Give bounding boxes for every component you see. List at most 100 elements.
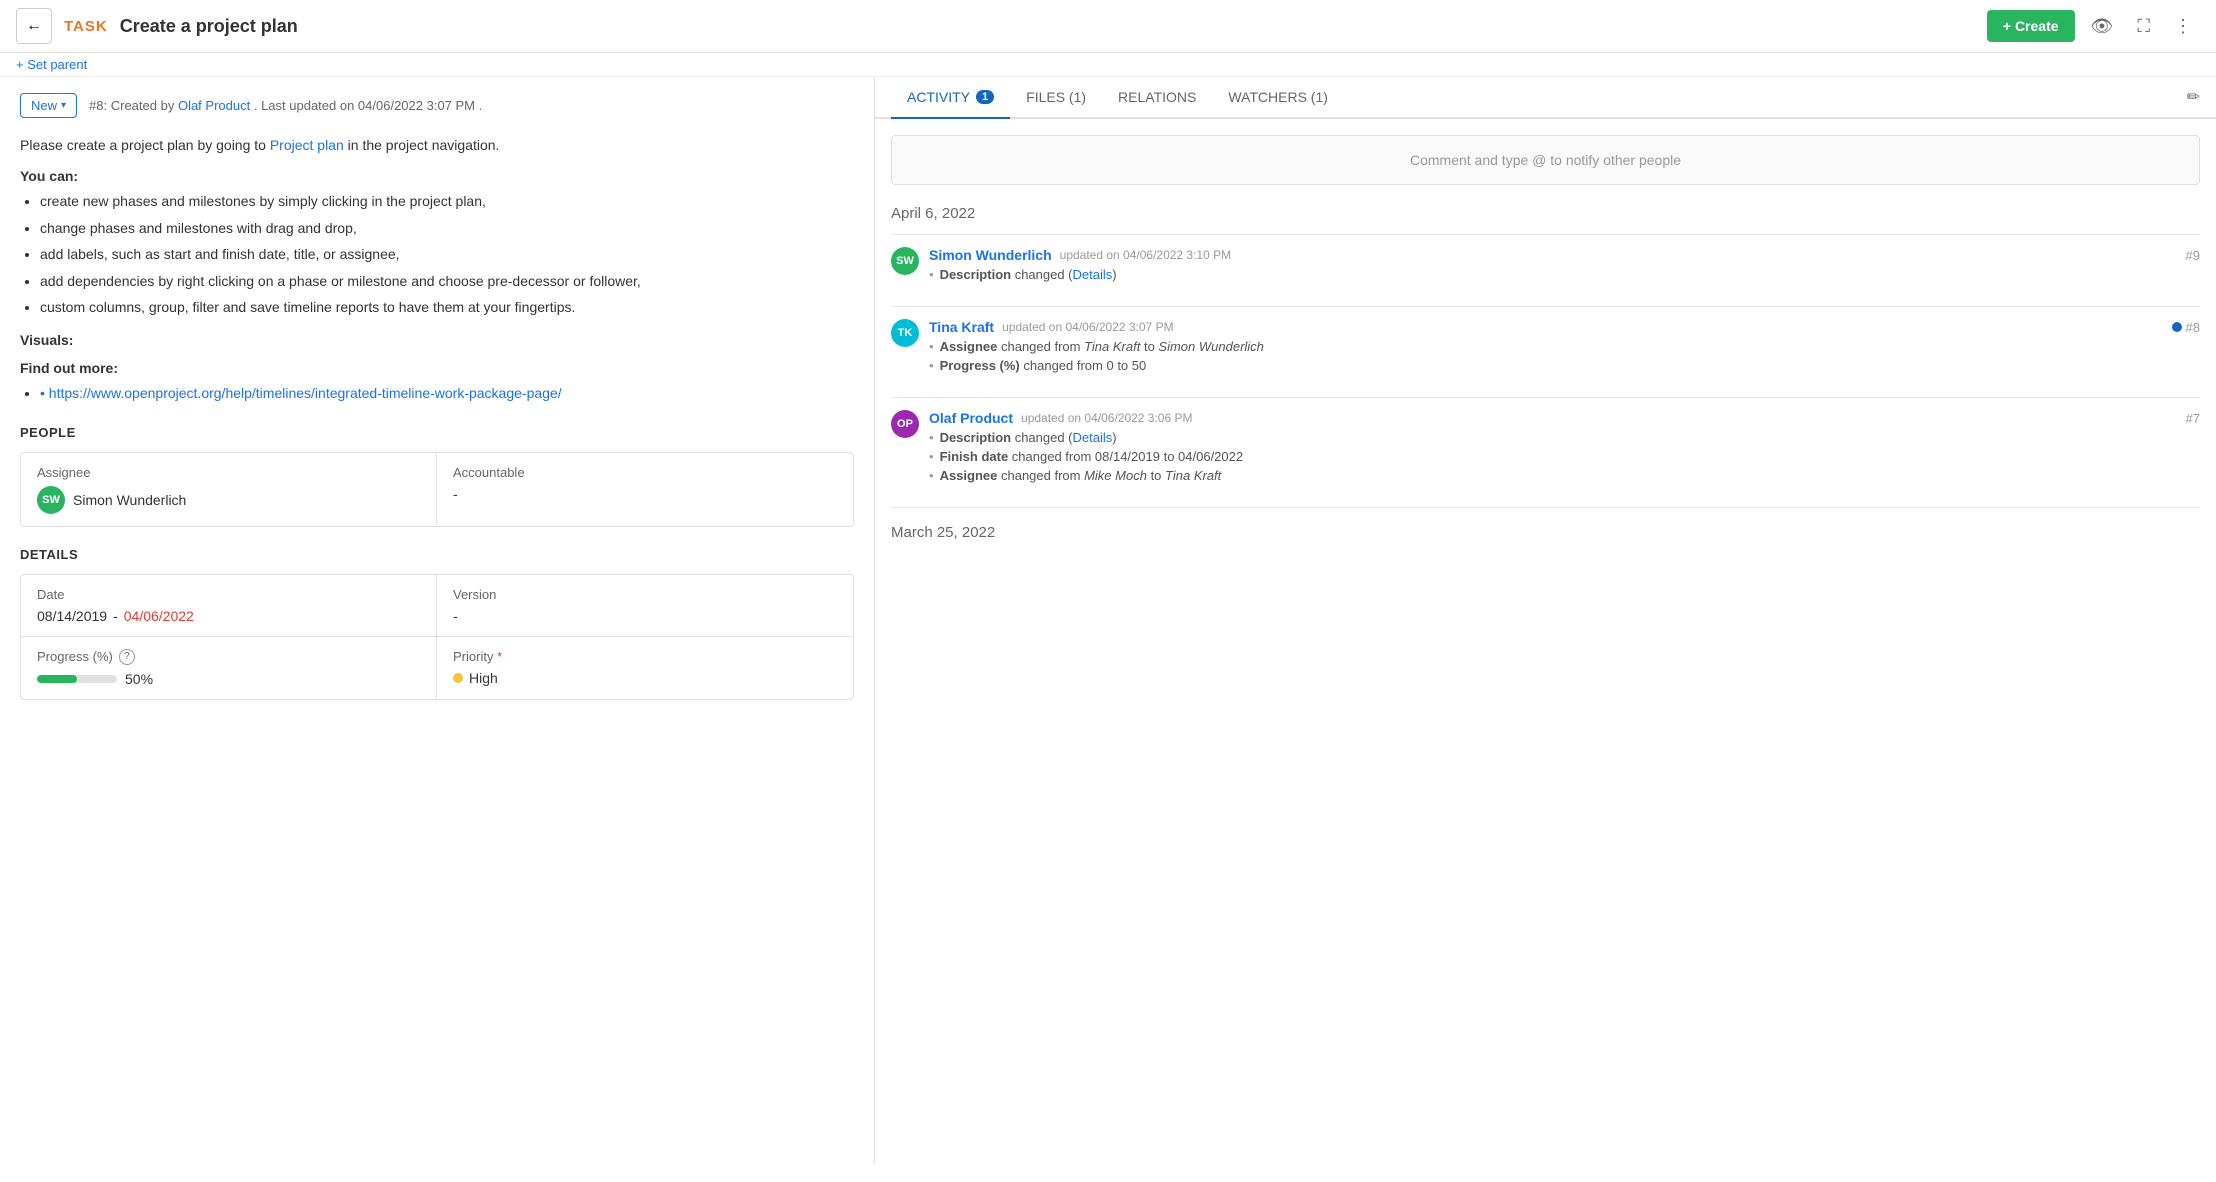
eye-button[interactable]: 👁	[2083, 12, 2122, 41]
progress-bar-wrap: 50%	[37, 671, 420, 687]
task-title: Create a project plan	[120, 16, 298, 37]
top-bar-right: + Create 👁 ⛶ ⋮	[1987, 10, 2200, 42]
version-label: Version	[453, 587, 837, 602]
set-parent-link[interactable]: + Set parent	[0, 53, 2216, 77]
date-sep: -	[113, 608, 118, 624]
activity-header: Tina Kraft updated on 04/06/2022 3:07 PM…	[929, 319, 2200, 335]
find-out-heading: Find out more:	[20, 360, 854, 376]
expand-button[interactable]: ⛶	[2129, 12, 2158, 41]
activity-id: #7	[2186, 411, 2200, 426]
avatar: OP	[891, 410, 919, 438]
date-divider-1: April 6, 2022	[891, 205, 2200, 222]
priority-value: High	[469, 670, 498, 686]
project-plan-link[interactable]: Project plan	[270, 137, 344, 153]
you-can-heading: You can:	[20, 168, 854, 184]
progress-cell: Progress (%) ? 50%	[21, 637, 437, 699]
assignee-name: Simon Wunderlich	[73, 492, 186, 508]
version-cell: Version -	[437, 575, 853, 637]
activity-id: #9	[2186, 248, 2200, 263]
accountable-value: -	[453, 486, 458, 502]
edit-icon-button[interactable]: ✏	[2187, 87, 2200, 107]
help-link[interactable]: • https://www.openproject.org/help/timel…	[40, 385, 562, 401]
progress-label: Progress (%) ?	[37, 649, 420, 665]
details-link[interactable]: Details	[1073, 267, 1113, 282]
task-label: TASK	[64, 18, 108, 35]
accountable-cell: Accountable -	[437, 453, 853, 526]
create-button[interactable]: + Create	[1987, 10, 2075, 42]
details-section: DETAILS Date 08/14/2019 - 04/06/2022 Ver…	[20, 547, 854, 700]
list-item: add dependencies by right clicking on a …	[40, 270, 854, 292]
back-button[interactable]: ←	[16, 8, 52, 44]
activity-item: SW Simon Wunderlich updated on 04/06/202…	[891, 247, 2200, 286]
avatar: SW	[891, 247, 919, 275]
find-link-list: • https://www.openproject.org/help/timel…	[20, 382, 854, 404]
activity-content: Tina Kraft updated on 04/06/2022 3:07 PM…	[929, 319, 2200, 377]
change-item: • Progress (%) changed from 0 to 50	[929, 358, 2200, 373]
bullet-list: create new phases and milestones by simp…	[20, 190, 854, 318]
main-layout: New ▾ #8: Created by Olaf Product . Last…	[0, 77, 2216, 1164]
activity-id: #8	[2172, 320, 2200, 335]
activity-time: updated on 04/06/2022 3:06 PM	[1021, 411, 1192, 425]
list-item: add labels, such as start and finish dat…	[40, 243, 854, 265]
assignee-row: SW Simon Wunderlich	[37, 486, 420, 514]
left-panel: New ▾ #8: Created by Olaf Product . Last…	[0, 77, 875, 1164]
details-link[interactable]: Details	[1073, 430, 1113, 445]
status-badge[interactable]: New ▾	[20, 93, 77, 118]
list-item: create new phases and milestones by simp…	[40, 190, 854, 212]
date-cell: Date 08/14/2019 - 04/06/2022	[21, 575, 437, 637]
progress-value: 50%	[125, 671, 153, 687]
priority-dot	[453, 673, 463, 683]
version-value: -	[453, 608, 458, 624]
created-by-link[interactable]: Olaf Product	[178, 98, 250, 113]
priority-cell: Priority * High	[437, 637, 853, 699]
priority-row: High	[453, 670, 837, 686]
list-item: • https://www.openproject.org/help/timel…	[40, 382, 854, 404]
details-section-title: DETAILS	[20, 547, 854, 562]
activity-name: Olaf Product	[929, 410, 1013, 426]
comment-placeholder[interactable]: Comment and type @ to notify other peopl…	[891, 135, 2200, 185]
activity-area: Comment and type @ to notify other peopl…	[875, 119, 2216, 569]
tab-watchers[interactable]: WATCHERS (1)	[1212, 77, 1344, 119]
details-grid: Date 08/14/2019 - 04/06/2022 Version - P…	[20, 574, 854, 700]
people-section-title: PEOPLE	[20, 425, 854, 440]
activity-header: Simon Wunderlich updated on 04/06/2022 3…	[929, 247, 2200, 263]
progress-bar	[37, 675, 117, 683]
description-text: Please create a project plan by going to…	[20, 134, 854, 156]
tab-files[interactable]: FILES (1)	[1010, 77, 1102, 119]
status-bar: New ▾ #8: Created by Olaf Product . Last…	[20, 93, 854, 118]
chevron-down-icon: ▾	[61, 100, 66, 111]
activity-item: OP Olaf Product updated on 04/06/2022 3:…	[891, 410, 2200, 487]
change-item: • Assignee changed from Tina Kraft to Si…	[929, 339, 2200, 354]
change-item: • Finish date changed from 08/14/2019 to…	[929, 449, 2200, 464]
more-button[interactable]: ⋮	[2166, 12, 2200, 41]
change-item: • Assignee changed from Mike Moch to Tin…	[929, 468, 2200, 483]
activity-time: updated on 04/06/2022 3:10 PM	[1060, 248, 1231, 262]
progress-fill	[37, 675, 77, 683]
activity-item: TK Tina Kraft updated on 04/06/2022 3:07…	[891, 319, 2200, 377]
date-row: 08/14/2019 - 04/06/2022	[37, 608, 420, 624]
activity-badge: 1	[976, 90, 994, 104]
assignee-label: Assignee	[37, 465, 420, 480]
change-item: • Description changed (Details)	[929, 430, 2200, 445]
tab-actions: ✏	[2187, 87, 2200, 107]
activity-content: Simon Wunderlich updated on 04/06/2022 3…	[929, 247, 2200, 286]
avatar: TK	[891, 319, 919, 347]
top-bar: ← TASK Create a project plan + Create 👁 …	[0, 0, 2216, 53]
assignee-cell: Assignee SW Simon Wunderlich	[21, 453, 437, 526]
activity-time: updated on 04/06/2022 3:07 PM	[1002, 320, 1173, 334]
date-end: 04/06/2022	[124, 608, 194, 624]
activity-header: Olaf Product updated on 04/06/2022 3:06 …	[929, 410, 2200, 426]
tabs: ACTIVITY 1 FILES (1) RELATIONS WATCHERS …	[875, 77, 2216, 119]
progress-help-icon[interactable]: ?	[119, 649, 135, 665]
activity-name: Tina Kraft	[929, 319, 994, 335]
list-item: change phases and milestones with drag a…	[40, 217, 854, 239]
accountable-label: Accountable	[453, 465, 837, 480]
blue-dot	[2172, 322, 2182, 332]
tab-activity[interactable]: ACTIVITY 1	[891, 77, 1010, 119]
activity-content: Olaf Product updated on 04/06/2022 3:06 …	[929, 410, 2200, 487]
date-label: Date	[37, 587, 420, 602]
change-item: • Description changed (Details)	[929, 267, 2200, 282]
meta-text: #8: Created by Olaf Product . Last updat…	[89, 98, 482, 113]
tab-relations[interactable]: RELATIONS	[1102, 77, 1212, 119]
activity-name: Simon Wunderlich	[929, 247, 1052, 263]
